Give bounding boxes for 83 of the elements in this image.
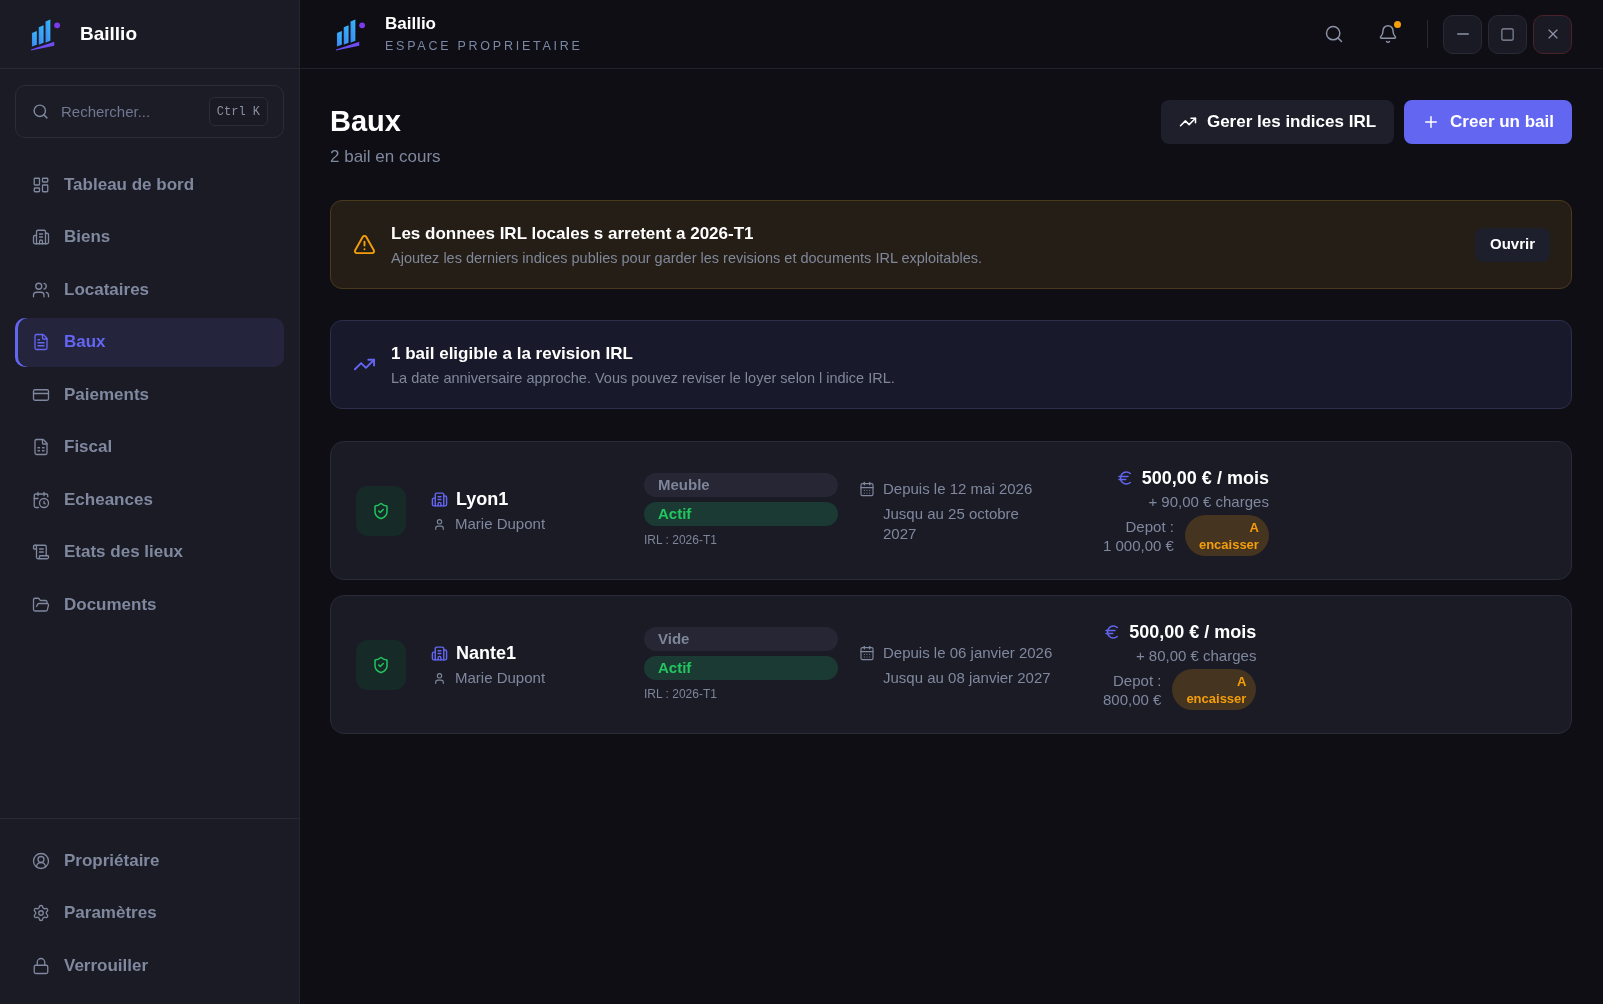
maximize-button[interactable] — [1488, 14, 1527, 54]
calendar-icon — [859, 644, 875, 661]
payment-status-badge: A encaisser — [1184, 515, 1269, 556]
settings-icon — [32, 904, 50, 922]
search-icon[interactable] — [1324, 24, 1344, 44]
maximize-icon — [1500, 26, 1515, 42]
charges-amount: + 90,00 € charges — [1148, 492, 1269, 512]
furnishing-badge: Meuble — [644, 473, 838, 497]
nav-item[interactable]: Paiements — [15, 370, 284, 419]
open-button[interactable]: Ouvrir — [1475, 227, 1550, 262]
warning-icon — [353, 233, 376, 256]
charges-amount: + 80,00 € charges — [1135, 646, 1257, 666]
person-icon — [433, 671, 446, 685]
calendar-clock-icon — [32, 490, 50, 509]
page-title: Baux — [330, 104, 402, 139]
rent-amount: 500,00 € / mois — [1141, 467, 1269, 490]
page-subtitle: 2 bail en cours — [330, 146, 441, 168]
minimize-icon — [1456, 33, 1469, 35]
nav-item[interactable]: Locataires — [15, 265, 284, 314]
folder-icon — [32, 595, 50, 614]
search-input[interactable]: Rechercher... — [61, 96, 209, 127]
nav-item[interactable]: Paramètres — [15, 888, 284, 938]
person-icon — [433, 517, 446, 531]
furnishing-badge: Vide — [644, 627, 838, 651]
status-badge: Actif — [644, 656, 838, 680]
user-circle-icon — [32, 851, 50, 870]
create-button[interactable]: Creer un bail — [1404, 100, 1572, 144]
lease-card[interactable]: Nante1 Marie Dupont Vide Actif IRL : 2026-T1 Depuis le 06 janvier 2026 Jusqu au 08 janvier 2027 500,00 € / mois + 80,00 € charges Depot : 800,00 € A encaisser — [330, 595, 1572, 734]
nav-item[interactable]: Documents — [15, 580, 284, 629]
property-name: Nante1 — [456, 642, 517, 665]
start-date: Depuis le 06 janvier 2026 — [883, 642, 1053, 663]
banner-title: Les donnees IRL locales s arretent a 2026-T1 — [391, 222, 755, 245]
end-date: Jusqu au 25 octobre 2027 — [883, 503, 1020, 544]
nav-item[interactable]: Biens — [15, 212, 284, 262]
nav-item[interactable]: Etats des lieux — [15, 527, 284, 577]
lock-icon — [32, 956, 50, 975]
nav-item[interactable]: Verrouiller — [15, 941, 284, 990]
nav-item[interactable]: Echeances — [15, 475, 284, 524]
shield-check-icon — [356, 485, 406, 536]
banner-title: 1 bail eligible a la revision IRL — [391, 342, 634, 365]
dashboard-grid-icon — [32, 175, 50, 194]
start-date: Depuis le 12 mai 2026 — [883, 478, 1034, 499]
nav-item[interactable]: Baux — [15, 317, 284, 367]
tenant-name: Marie Dupont — [455, 514, 546, 534]
irl-label: IRL : 2026-T1 — [644, 532, 717, 548]
brand-name: Baillio — [80, 21, 137, 46]
deposit-label: Depot : — [1125, 516, 1174, 536]
status-badge: Actif — [644, 502, 838, 526]
calendar-icon — [859, 480, 875, 497]
spreadsheet-file-icon — [32, 438, 50, 456]
deposit-label: Depot : — [1113, 670, 1162, 690]
document-icon — [32, 333, 50, 351]
nav-item[interactable]: Propriétaire — [15, 836, 284, 885]
lease-card[interactable]: Lyon1 Marie Dupont Meuble Actif IRL : 2026-T1 Depuis le 12 mai 2026 Jusqu au 25 octobre 2027 500,00 € / mois + 90,00 € charges Depot : 1 000,00 € A encaisser — [330, 441, 1572, 580]
deposit-amount: 800,00 € — [1103, 689, 1162, 709]
search-icon — [32, 103, 49, 120]
nav-item[interactable]: Fiscal — [15, 422, 284, 472]
logo-icon — [30, 17, 61, 51]
building-icon — [431, 490, 448, 508]
app-title: Baillio — [385, 13, 437, 35]
scroll-icon — [32, 543, 50, 561]
euro-icon — [1115, 469, 1134, 487]
payment-status-badge: A encaisser — [1172, 669, 1257, 710]
banner-text: La date anniversaire approche. Vous pouvez reviser le loyer selon l indice IRL. — [391, 368, 895, 388]
property-name: Lyon1 — [456, 488, 509, 511]
irl-label: IRL : 2026-T1 — [644, 686, 717, 702]
deposit-amount: 1 000,00 € — [1103, 535, 1174, 555]
rent-amount: 500,00 € / mois — [1129, 621, 1257, 644]
app-subtitle: ESPACE PROPRIETAIRE — [385, 38, 583, 55]
close-button[interactable] — [1533, 14, 1572, 54]
logo-icon — [335, 17, 366, 51]
users-icon — [32, 280, 50, 299]
building-icon — [32, 228, 50, 246]
end-date: Jusqu au 08 janvier 2027 — [883, 667, 1052, 688]
action-button[interactable]: Gerer les indices IRL — [1160, 100, 1395, 144]
shortcut-key: Ctrl K — [208, 97, 268, 126]
tenant-name: Marie Dupont — [455, 668, 546, 688]
notification-bell-icon[interactable] — [1378, 24, 1398, 44]
search-field[interactable]: Rechercher... Ctrl K — [15, 85, 284, 138]
shield-check-icon — [356, 639, 406, 690]
banner-text: Ajoutez les derniers indices publies pour garder les revisions et documents IRL exploitables. — [391, 248, 983, 268]
building-icon — [431, 644, 448, 662]
nav-item[interactable]: Tableau de bord — [15, 160, 284, 209]
